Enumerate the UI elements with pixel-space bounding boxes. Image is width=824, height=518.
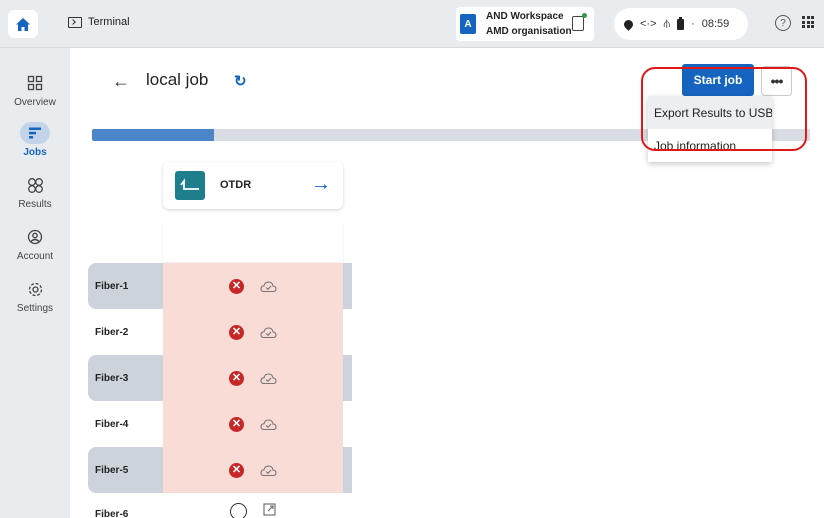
start-job-button[interactable]: Start job — [682, 64, 754, 96]
account-icon — [27, 229, 43, 245]
sidebar-item-jobs[interactable]: Jobs — [0, 122, 70, 158]
top-bar: Terminal A AND Workspace AMD organisatio… — [0, 0, 824, 48]
table-row: Fiber-4 ✕ — [88, 401, 352, 447]
cloud-check-icon — [260, 418, 277, 430]
results-icon — [27, 177, 43, 193]
clock-time: 08:59 — [701, 18, 730, 30]
sidebar: Overview Jobs Results Account Settings — [0, 48, 70, 518]
overview-icon — [27, 75, 43, 91]
fiber-result-cell[interactable]: ✕ — [163, 447, 343, 493]
more-options-menu: Export Results to USB Job information — [648, 96, 772, 162]
back-arrow-icon[interactable]: ← — [112, 71, 130, 92]
home-icon — [16, 17, 30, 31]
sidebar-item-account[interactable]: Account — [0, 226, 70, 262]
error-icon: ✕ — [229, 278, 244, 294]
test-column-header — [163, 218, 343, 262]
sidebar-item-label: Results — [18, 199, 52, 210]
error-icon: ✕ — [229, 370, 244, 386]
cloud-check-icon — [260, 372, 277, 384]
status-pill[interactable]: <·> ⫛ · 08:59 — [614, 8, 748, 40]
separator-dot-icon: · — [691, 18, 695, 30]
help-icon[interactable]: ? — [775, 15, 791, 31]
table-row: Fiber-3 ✕ — [88, 355, 352, 401]
menu-item-export-results-usb[interactable]: Export Results to USB — [648, 96, 772, 129]
fiber-result-cell[interactable] — [163, 493, 343, 518]
external-link-icon — [263, 503, 276, 516]
location-icon — [622, 17, 635, 31]
cloud-check-icon — [260, 326, 277, 338]
jobs-icon — [29, 127, 41, 139]
fiber-label: Fiber-4 — [95, 418, 129, 430]
fiber-label: Fiber-1 — [88, 263, 163, 309]
workspace-name: AND Workspace — [486, 11, 564, 22]
more-options-button[interactable]: ••• — [761, 66, 792, 96]
fiber-result-cell[interactable]: ✕ — [163, 355, 343, 401]
fiber-result-cell[interactable]: ✕ — [163, 263, 343, 309]
table-row: Fiber-6 — [88, 493, 352, 518]
terminal-tab-label: Terminal — [88, 16, 130, 28]
error-icon: ✕ — [229, 462, 244, 478]
error-icon: ✕ — [229, 416, 244, 432]
error-icon: ✕ — [229, 324, 244, 340]
workspace-selector[interactable]: A AND Workspace AMD organisation — [456, 7, 594, 41]
sidebar-item-label: Overview — [14, 97, 56, 108]
page-title: local job — [146, 70, 209, 89]
not-started-icon — [230, 503, 247, 518]
sidebar-item-results[interactable]: Results — [0, 174, 70, 210]
apps-grid-icon[interactable] — [802, 16, 814, 28]
job-progress-fill — [92, 129, 215, 141]
workspace-avatar: A — [460, 14, 476, 34]
battery-icon — [677, 16, 685, 30]
menu-item-job-information[interactable]: Job information — [648, 129, 772, 162]
fiber-label: Fiber-6 — [95, 509, 129, 518]
cloud-check-icon — [260, 464, 277, 476]
usb-icon: ⫛ — [663, 17, 671, 30]
fiber-result-cell[interactable]: ✕ — [163, 401, 343, 447]
workspace-organisation: AMD organisation — [486, 26, 572, 37]
fiber-label: Fiber-5 — [88, 447, 163, 493]
table-row: Fiber-2 ✕ — [88, 309, 352, 355]
table-row: Fiber-5 ✕ — [88, 447, 352, 493]
table-row: Fiber-1 ✕ — [88, 263, 352, 309]
network-icon: <·> — [640, 18, 657, 30]
fiber-label: Fiber-2 — [95, 326, 129, 338]
sidebar-item-label: Account — [16, 251, 54, 262]
settings-icon — [28, 282, 42, 296]
sidebar-item-label: Jobs — [23, 147, 47, 158]
otdr-icon — [175, 171, 205, 200]
fiber-result-cell[interactable]: ✕ — [163, 309, 343, 355]
cloud-check-icon — [260, 280, 277, 292]
terminal-tab[interactable]: Terminal — [68, 16, 130, 28]
otdr-test-card[interactable]: OTDR → — [163, 162, 343, 209]
otdr-label: OTDR — [220, 179, 252, 191]
sidebar-item-overview[interactable]: Overview — [0, 72, 70, 108]
terminal-icon — [68, 16, 82, 28]
fiber-label: Fiber-3 — [88, 355, 163, 401]
arrow-right-icon[interactable]: → — [311, 173, 331, 196]
sidebar-item-label: Settings — [16, 303, 54, 314]
refresh-icon[interactable]: ↻ — [234, 72, 247, 90]
clipboard-icon[interactable] — [572, 13, 587, 31]
home-button[interactable] — [8, 10, 38, 38]
sidebar-item-settings[interactable]: Settings — [0, 278, 70, 314]
